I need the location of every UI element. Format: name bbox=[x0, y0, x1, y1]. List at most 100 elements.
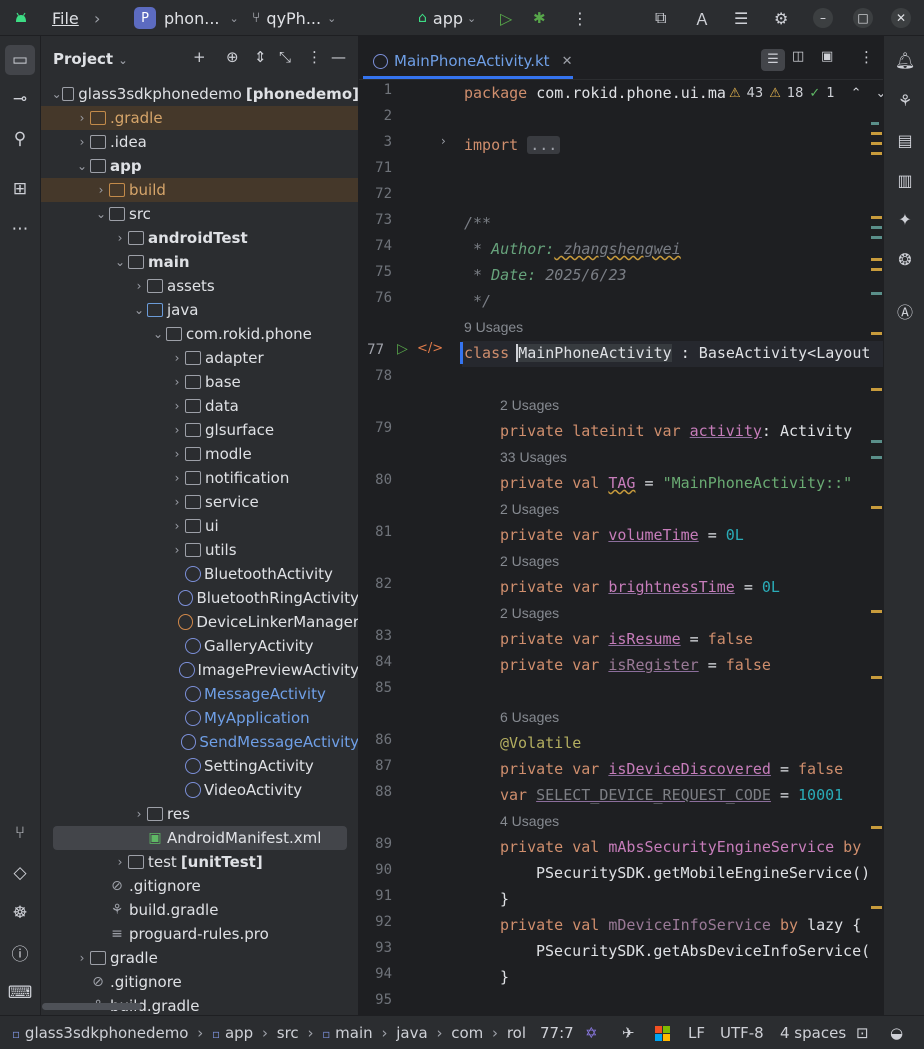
stripe-marker[interactable] bbox=[871, 268, 882, 271]
terminal-icon[interactable]: ⌨ bbox=[8, 981, 33, 1005]
run-icon[interactable]: ▷ bbox=[500, 0, 512, 36]
tree-item[interactable]: › notification bbox=[41, 466, 358, 490]
tree-item[interactable]: MyApplication bbox=[41, 706, 358, 730]
run-gutter-icon[interactable]: ▷ bbox=[397, 341, 408, 357]
chevron-right-icon[interactable]: › bbox=[112, 231, 128, 245]
chevron-right-icon[interactable]: › bbox=[112, 855, 128, 869]
usages-hint[interactable]: 33 Usages bbox=[500, 444, 567, 470]
chevron-right-icon[interactable]: › bbox=[74, 135, 90, 149]
chevron-right-icon[interactable]: › bbox=[169, 399, 185, 413]
tree-item[interactable]: ⚘ build.gradle bbox=[41, 898, 358, 922]
translate-icon[interactable]: Ａ bbox=[694, 0, 710, 36]
tree-item[interactable]: › androidTest bbox=[41, 226, 358, 250]
chevron-right-icon[interactable]: › bbox=[131, 807, 147, 821]
project-panel-title[interactable]: Project ⌄ bbox=[53, 50, 128, 68]
tree-item[interactable]: ⌄ main bbox=[41, 250, 358, 274]
tree-item[interactable]: › adapter bbox=[41, 346, 358, 370]
usages-hint[interactable]: 9 Usages bbox=[464, 314, 523, 340]
tree-item[interactable]: ▣ AndroidManifest.xml bbox=[53, 826, 347, 850]
gradle-icon[interactable]: ⚘ bbox=[893, 88, 917, 112]
maximize-button[interactable]: □ bbox=[853, 0, 873, 36]
chevron-right-icon[interactable]: › bbox=[169, 471, 185, 485]
structure-icon[interactable]: ⊞ bbox=[8, 177, 32, 201]
tree-item[interactable]: ⊘ .gitignore bbox=[41, 970, 358, 994]
indent-setting[interactable]: 4 spaces bbox=[780, 1024, 846, 1042]
gem-icon[interactable]: ◇ bbox=[8, 861, 32, 885]
read-only-toggle-icon[interactable]: ⊡ bbox=[856, 1024, 869, 1042]
stripe-marker[interactable] bbox=[871, 906, 882, 909]
vcs-operations-icon[interactable]: ☰ bbox=[734, 0, 748, 36]
translation-panel-icon[interactable]: Ⓐ bbox=[893, 299, 917, 323]
plugin-icon[interactable]: ✡ bbox=[585, 1024, 598, 1042]
chevron-right-icon[interactable]: › bbox=[169, 519, 185, 533]
more-actions-icon[interactable]: ⋮ bbox=[572, 0, 588, 36]
tree-item[interactable]: › service bbox=[41, 490, 358, 514]
split-view-icon[interactable]: ◫ bbox=[792, 49, 804, 64]
usages-hint[interactable]: 4 Usages bbox=[500, 808, 559, 834]
stripe-marker[interactable] bbox=[871, 122, 879, 125]
tree-item[interactable]: › .idea bbox=[41, 130, 358, 154]
stripe-marker[interactable] bbox=[871, 132, 882, 135]
locate-icon[interactable]: ⊕ bbox=[226, 48, 239, 66]
tree-item[interactable]: VideoActivity bbox=[41, 778, 358, 802]
tree-item[interactable]: BluetoothActivity bbox=[41, 562, 358, 586]
stripe-marker[interactable] bbox=[871, 610, 882, 613]
stripe-marker[interactable] bbox=[871, 826, 882, 829]
code-view-icon[interactable]: ☰ bbox=[761, 49, 785, 71]
chevron-right-icon[interactable]: › bbox=[93, 183, 109, 197]
stripe-marker[interactable] bbox=[871, 676, 882, 679]
tree-item[interactable]: › test [unitTest] bbox=[41, 850, 358, 874]
chevron-right-icon[interactable]: › bbox=[74, 951, 90, 965]
tree-item[interactable]: BluetoothRingActivity bbox=[41, 586, 358, 610]
device-manager-icon[interactable]: ⧉ bbox=[655, 0, 666, 36]
tree-item[interactable]: ⌄ app bbox=[41, 154, 358, 178]
file-menu[interactable]: File bbox=[52, 0, 79, 36]
tree-item[interactable]: ⌄ java bbox=[41, 298, 358, 322]
tree-item[interactable]: DeviceLinkerManager bbox=[41, 610, 358, 634]
layout-gutter-icon[interactable]: </> bbox=[417, 341, 443, 356]
logcat-icon[interactable]: ☸ bbox=[8, 901, 32, 925]
tree-item[interactable]: › res bbox=[41, 802, 358, 826]
memory-indicator-icon[interactable]: ◒ bbox=[890, 1024, 903, 1042]
gemini-icon[interactable]: ✦ bbox=[893, 207, 917, 231]
tree-item[interactable]: › data bbox=[41, 394, 358, 418]
add-icon[interactable]: + bbox=[193, 48, 206, 66]
tree-item[interactable]: ⊘ .gitignore bbox=[41, 874, 358, 898]
chevron-right-icon[interactable]: › bbox=[169, 447, 185, 461]
breadcrumb-item[interactable]: java bbox=[396, 1024, 427, 1042]
stripe-marker[interactable] bbox=[871, 292, 882, 295]
close-tab-icon[interactable]: ✕ bbox=[562, 54, 573, 69]
tree-item[interactable]: ImagePreviewActivity bbox=[41, 658, 358, 682]
tree-item[interactable]: ⌄ src bbox=[41, 202, 358, 226]
chevron-down-icon[interactable]: ⌄ bbox=[150, 327, 166, 341]
tree-item[interactable]: › utils bbox=[41, 538, 358, 562]
chevron-right-icon[interactable]: › bbox=[74, 111, 90, 125]
folded-imports[interactable]: ... bbox=[527, 136, 561, 154]
resource-manager-icon[interactable]: ⚲ bbox=[8, 127, 32, 151]
chevron-right-icon[interactable]: › bbox=[131, 279, 147, 293]
minimize-button[interactable]: – bbox=[813, 0, 833, 36]
tree-item[interactable]: SettingActivity bbox=[41, 754, 358, 778]
tree-item[interactable]: ⌄ com.rokid.phone bbox=[41, 322, 358, 346]
tree-item[interactable]: ≡ proguard-rules.pro bbox=[41, 922, 358, 946]
usages-hint[interactable]: 6 Usages bbox=[500, 704, 559, 730]
stripe-marker[interactable] bbox=[871, 152, 882, 155]
tab-options-icon[interactable]: ⋮ bbox=[859, 48, 874, 66]
chevron-right-icon[interactable]: › bbox=[169, 543, 185, 557]
caret-position[interactable]: 77:7 bbox=[540, 1024, 574, 1042]
running-devices-icon[interactable]: ▥ bbox=[893, 168, 917, 192]
stripe-marker[interactable] bbox=[871, 456, 882, 459]
branch-selector[interactable]: ⑂ qyPh... ⌄ bbox=[252, 0, 336, 36]
tree-item[interactable]: SendMessageActivity bbox=[41, 730, 358, 754]
tree-item[interactable]: › glsurface bbox=[41, 418, 358, 442]
usages-hint[interactable]: 2 Usages bbox=[500, 600, 559, 626]
tree-h-scrollbar[interactable] bbox=[42, 1003, 142, 1010]
usages-hint[interactable]: 2 Usages bbox=[500, 392, 559, 418]
breadcrumb-item[interactable]: main bbox=[335, 1024, 372, 1042]
chevron-right-icon[interactable]: › bbox=[169, 351, 185, 365]
chevron-down-icon[interactable]: ⌄ bbox=[93, 207, 109, 221]
close-button[interactable]: ✕ bbox=[891, 0, 911, 36]
breadcrumb-item[interactable]: rol bbox=[507, 1024, 526, 1042]
tree-item[interactable]: › ui bbox=[41, 514, 358, 538]
collapse-all-icon[interactable]: ⤡ bbox=[279, 48, 291, 66]
